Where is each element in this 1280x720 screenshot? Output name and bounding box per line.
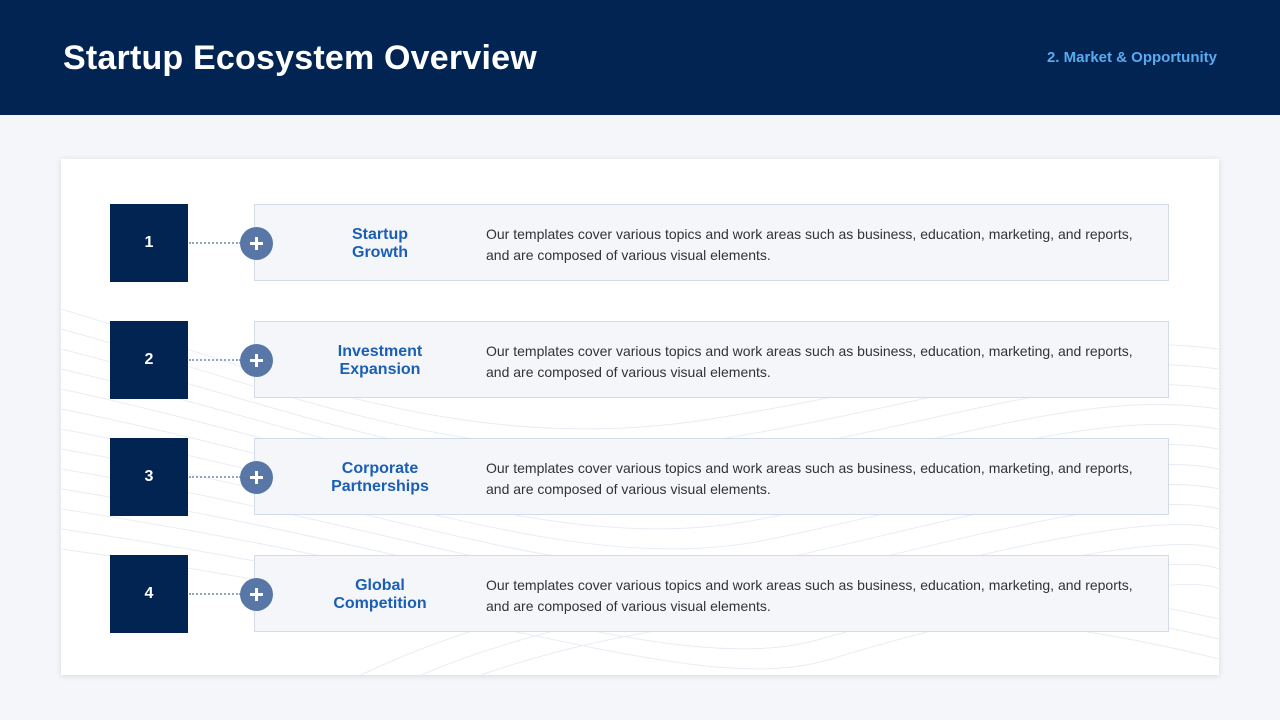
item-title-line1: Global (355, 576, 405, 594)
item-content-box: Startup Growth Our templates cover variou… (254, 204, 1169, 281)
list-item: 4 Global Competition Our templates cover … (61, 555, 1219, 633)
dotted-connector (189, 476, 241, 478)
item-title-line1: Corporate (341, 459, 419, 477)
item-description: Our templates cover various topics and w… (486, 577, 1133, 614)
section-label: 2. Market & Opportunity (1046, 49, 1217, 66)
dotted-connector (189, 593, 241, 595)
item-title-line2: Expansion (339, 360, 421, 378)
item-title: Global Competition (295, 556, 465, 633)
item-description: Our templates cover various topics and w… (486, 226, 1133, 263)
item-content-box: Investment Expansion Our templates cover … (254, 321, 1169, 398)
item-content-box: Global Competition Our templates cover va… (254, 555, 1169, 632)
item-title-line2: Growth (352, 243, 408, 261)
item-description: Our templates cover various topics and w… (486, 343, 1133, 380)
list-item: 3 Corporate Partnerships Our templates co… (61, 438, 1219, 516)
item-content-box: Corporate Partnerships Our templates cove… (254, 438, 1169, 515)
item-title: Investment Expansion (295, 322, 465, 399)
item-title: Startup Growth (295, 205, 465, 282)
item-number-badge: 2 (110, 321, 188, 399)
plus-icon[interactable] (240, 227, 273, 260)
item-title-line1: Investment (337, 342, 423, 360)
plus-icon[interactable] (240, 578, 273, 611)
dotted-connector (189, 359, 241, 361)
item-number-badge: 3 (110, 438, 188, 516)
header-bar: Startup Ecosystem Overview 2. Market & O… (0, 0, 1280, 115)
item-title-line1: Startup (352, 225, 408, 243)
item-title-line2: Competition (333, 594, 427, 612)
item-number-badge: 4 (110, 555, 188, 633)
item-title-line2: Partnerships (331, 477, 429, 495)
item-title: Corporate Partnerships (295, 439, 465, 516)
list-item: 1 Startup Growth Our templates cover vari… (61, 204, 1219, 282)
item-description: Our templates cover various topics and w… (486, 460, 1133, 497)
plus-icon[interactable] (240, 461, 273, 494)
content-card: 1 Startup Growth Our templates cover vari… (61, 159, 1219, 675)
dotted-connector (189, 242, 241, 244)
item-number-badge: 1 (110, 204, 188, 282)
plus-icon[interactable] (240, 344, 273, 377)
list-item: 2 Investment Expansion Our templates cove… (61, 321, 1219, 399)
page-title: Startup Ecosystem Overview (63, 39, 537, 77)
